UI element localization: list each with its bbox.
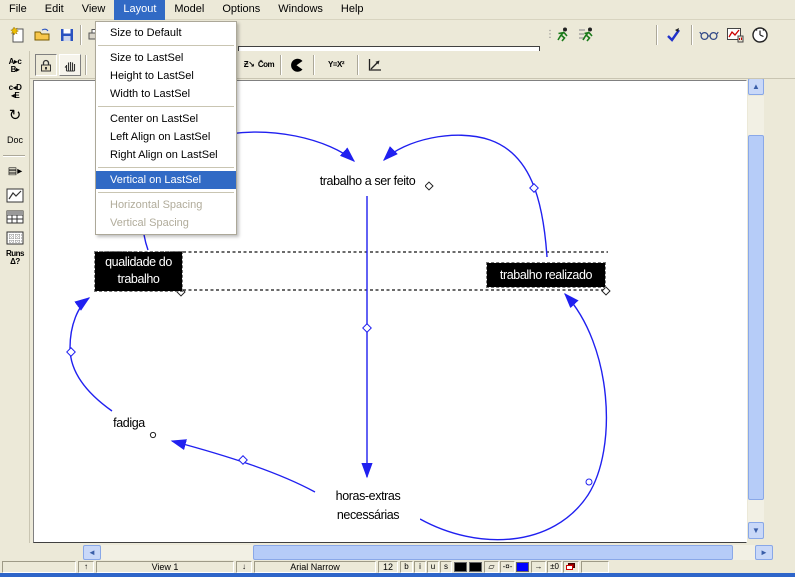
- menu-windows[interactable]: Windows: [269, 0, 332, 20]
- simulate-icon[interactable]: [552, 24, 574, 46]
- toolbar-separator: [80, 25, 82, 45]
- shape-picker-icon[interactable]: ▱: [484, 561, 499, 573]
- variable-handle[interactable]: [425, 182, 433, 190]
- open-icon[interactable]: [31, 24, 53, 46]
- link-horasextras-to-realizado[interactable]: [420, 294, 606, 540]
- variable-qualidade-do-trabalho[interactable]: qualidade do trabalho: [95, 252, 182, 291]
- curve-handle[interactable]: [586, 479, 592, 485]
- menu-item-height-to-lastsel[interactable]: Height to LastSel: [96, 67, 236, 85]
- table-time-icon[interactable]: [2, 227, 28, 249]
- menu-item-size-to-lastsel[interactable]: Size to LastSel: [96, 49, 236, 67]
- bold-button[interactable]: b: [400, 561, 413, 573]
- uses-tree-icon[interactable]: c◂D ◂E: [2, 81, 28, 103]
- menu-view[interactable]: View: [73, 0, 115, 20]
- background-color-swatch[interactable]: [469, 562, 482, 572]
- menu-separator: [98, 106, 234, 107]
- curve-handle[interactable]: [530, 184, 538, 192]
- layers-icon[interactable]: [563, 561, 579, 573]
- simulate-fast-icon[interactable]: [576, 24, 598, 46]
- equations-tool-icon[interactable]: Y=X²: [320, 54, 352, 76]
- menu-separator: [98, 192, 234, 193]
- new-icon[interactable]: [6, 24, 28, 46]
- view-up-button[interactable]: ↑: [78, 561, 94, 573]
- underline-button[interactable]: u: [427, 561, 439, 573]
- menu-item-right-align-on-lastsel[interactable]: Right Align on LastSel: [96, 146, 236, 164]
- toolbar-separator: [656, 25, 658, 45]
- loops-icon[interactable]: ↻: [2, 104, 28, 126]
- link-realizado-to-aserfeito[interactable]: [384, 135, 547, 257]
- italic-button[interactable]: i: [414, 561, 426, 573]
- menu-item-center-on-lastsel[interactable]: Center on LastSel: [96, 110, 236, 128]
- reference-modes-tool-icon[interactable]: [364, 54, 386, 76]
- menu-layout[interactable]: Layout: [114, 0, 165, 20]
- link-horasextras-to-fadiga[interactable]: [172, 441, 315, 492]
- time-axis-icon[interactable]: [749, 24, 771, 46]
- menu-file[interactable]: File: [0, 0, 36, 20]
- link-fadiga-to-qualidade[interactable]: [70, 298, 112, 411]
- strike-button[interactable]: s: [440, 561, 452, 573]
- variable-horas-extras-necessarias[interactable]: horas-extras necessárias: [316, 487, 420, 525]
- menu-edit[interactable]: Edit: [36, 0, 73, 20]
- curve-handle[interactable]: [363, 324, 371, 332]
- menu-item-vertical-on-lastsel[interactable]: Vertical on LastSel: [96, 171, 236, 189]
- save-icon[interactable]: [56, 24, 78, 46]
- font-size-panel[interactable]: 12: [378, 561, 398, 573]
- toolbar-separator: [357, 55, 359, 75]
- position-picker-icon[interactable]: -¤-: [500, 561, 515, 573]
- toolbar-separator: [85, 55, 87, 75]
- table-icon[interactable]: [2, 206, 28, 228]
- layout-menu-popup: Size to Default Size to LastSel Height t…: [95, 21, 237, 235]
- menu-model[interactable]: Model: [165, 0, 213, 20]
- causes-tree-icon[interactable]: A▸c B▸: [2, 55, 28, 77]
- menu-separator: [98, 45, 234, 46]
- variable-trabalho-a-ser-feito[interactable]: trabalho a ser feito: [310, 173, 425, 190]
- variable-handle[interactable]: [602, 287, 610, 295]
- toolbar-separator: [691, 25, 693, 45]
- sidebar-separator: [3, 155, 25, 157]
- toolbar-separator: [313, 55, 315, 75]
- causes-strip-icon[interactable]: ▤▸: [2, 160, 28, 182]
- menu-item-vertical-spacing[interactable]: Vertical Spacing: [96, 214, 236, 232]
- move-hand-icon[interactable]: [59, 54, 81, 76]
- variable-handle[interactable]: [150, 432, 155, 437]
- view-name-panel[interactable]: View 1: [96, 561, 234, 573]
- menu-options[interactable]: Options: [213, 0, 269, 20]
- input-output-tool-icon[interactable]: [286, 54, 308, 76]
- lock-icon[interactable]: [35, 54, 57, 76]
- analysis-sidebar: A▸c B▸ c◂D ◂E ↻ Doc ▤▸ Runs Δ?: [0, 51, 30, 543]
- font-name-panel[interactable]: Arial Narrow: [254, 561, 376, 573]
- graph-icon[interactable]: [2, 184, 28, 206]
- menu-item-horizontal-spacing[interactable]: Horizontal Spacing: [96, 196, 236, 214]
- arrow-style-icon[interactable]: →: [531, 561, 546, 573]
- status-bar: ↑ View 1 ↓ Arial Narrow 12 b i u s ▱ -¤-…: [0, 561, 795, 573]
- control-panel-icon[interactable]: [724, 24, 746, 46]
- variable-fadiga[interactable]: fadiga: [105, 415, 153, 432]
- text-color-swatch[interactable]: [454, 562, 467, 572]
- toolbar-separator: [280, 55, 282, 75]
- curve-handle[interactable]: [67, 348, 75, 356]
- variable-trabalho-realizado[interactable]: trabalho realizado: [487, 263, 605, 287]
- menu-bar: File Edit View Layout Model Options Wind…: [0, 0, 795, 20]
- menu-item-width-to-lastsel[interactable]: Width to LastSel: [96, 85, 236, 103]
- find-icon[interactable]: [698, 24, 720, 46]
- menu-item-size-to-default[interactable]: Size to Default: [96, 24, 236, 42]
- menu-separator: [98, 167, 234, 168]
- polarity-icon[interactable]: ±0: [547, 561, 562, 573]
- document-icon[interactable]: Doc: [2, 129, 28, 151]
- menu-help[interactable]: Help: [332, 0, 373, 20]
- view-down-button[interactable]: ↓: [236, 561, 252, 573]
- arrow-color-swatch[interactable]: [516, 562, 529, 572]
- comment-tool-icon[interactable]: C̄om: [255, 54, 277, 76]
- runs-compare-icon[interactable]: Runs Δ?: [2, 247, 28, 269]
- menu-item-left-align-on-lastsel[interactable]: Left Align on LastSel: [96, 128, 236, 146]
- check-syntax-icon[interactable]: [663, 24, 685, 46]
- status-spacer: [2, 561, 76, 573]
- status-spacer: [581, 561, 609, 573]
- window-bottom-edge: [0, 573, 795, 577]
